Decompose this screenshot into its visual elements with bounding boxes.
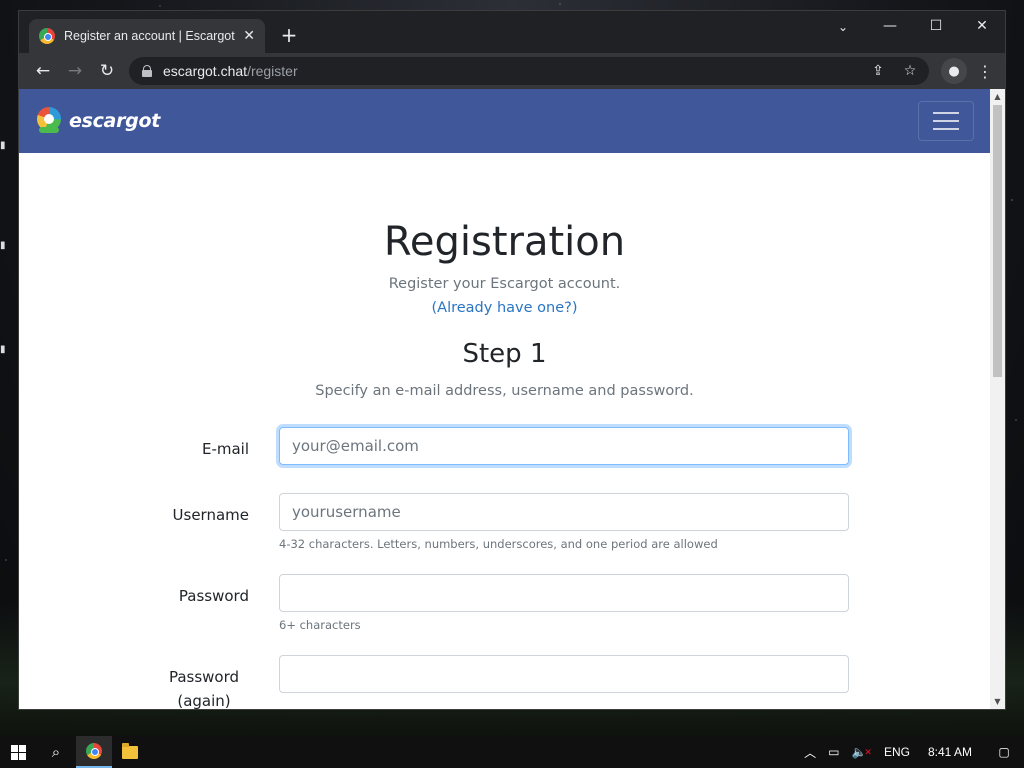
password-again-label: Password (again) xyxy=(168,668,240,709)
password-again-field[interactable] xyxy=(279,655,849,693)
url-path: /register xyxy=(247,63,298,79)
brand-name: escargot xyxy=(69,110,160,132)
hamburger-menu-button[interactable] xyxy=(918,101,974,141)
username-label: Username xyxy=(172,506,249,524)
escargot-logo-icon xyxy=(37,107,61,135)
reload-button[interactable]: ↻ xyxy=(91,55,123,87)
browser-window: Register an account | Escargot Chat ✕ + … xyxy=(18,10,1006,710)
omnibox-actions: ⇪ ☆ xyxy=(869,61,919,81)
new-tab-button[interactable]: + xyxy=(277,23,301,47)
email-label: E-mail xyxy=(201,440,249,458)
password-help: 6+ characters xyxy=(279,618,361,632)
page-scrollbar[interactable]: ▲ ▼ xyxy=(990,89,1005,709)
step-title: Step 1 xyxy=(462,339,547,369)
profile-icon[interactable]: ● xyxy=(941,58,967,84)
network-icon[interactable]: ▭ xyxy=(822,736,845,768)
password-label: Password xyxy=(178,587,249,605)
hamburger-line xyxy=(933,112,959,114)
page-viewport: escargot Registration Register your Esca… xyxy=(19,89,1005,709)
desktop-icon-partial[interactable]: ▮ xyxy=(0,344,18,355)
scrollbar-thumb[interactable] xyxy=(993,105,1002,377)
volume-muted-icon[interactable]: 🔈 ✕ xyxy=(845,736,878,768)
share-icon[interactable]: ⇪ xyxy=(869,61,887,81)
username-field[interactable] xyxy=(279,493,849,531)
taskbar-file-explorer-button[interactable] xyxy=(112,736,148,768)
system-tray: ︿ ▭ 🔈 ✕ ENG 8:41 AM ▢ xyxy=(798,736,1024,768)
desktop-icon-partial[interactable]: ▮ xyxy=(0,140,18,151)
browser-tab-active[interactable]: Register an account | Escargot Chat ✕ xyxy=(29,19,265,53)
clock[interactable]: 8:41 AM xyxy=(916,736,984,768)
browser-menu-icon[interactable]: ⋮ xyxy=(975,58,995,84)
username-help: 4-32 characters. Letters, numbers, under… xyxy=(279,537,718,551)
scroll-down-arrow-icon[interactable]: ▼ xyxy=(990,694,1005,709)
url-host: escargot.chat xyxy=(163,63,248,79)
notifications-icon[interactable]: ▢ xyxy=(984,736,1024,768)
close-tab-icon[interactable]: ✕ xyxy=(243,28,255,44)
forward-button[interactable]: → xyxy=(59,55,91,87)
page-title: Registration xyxy=(383,219,626,265)
lock-icon[interactable] xyxy=(141,65,153,77)
taskbar-search-icon[interactable]: ⌕ xyxy=(38,736,74,768)
tray-overflow-chevron-icon[interactable]: ︿ xyxy=(798,736,822,768)
escargot-favicon-icon xyxy=(39,28,55,44)
page-subtitle: Register your Escargot account. xyxy=(388,276,621,292)
bookmark-star-icon[interactable]: ☆ xyxy=(901,61,919,81)
browser-toolbar: ← → ↻ escargot.chat/register ⇪ ☆ ● ⋮ xyxy=(19,53,1005,89)
tab-search-chevron-icon[interactable]: ⌄ xyxy=(831,15,855,39)
start-button[interactable] xyxy=(0,736,36,768)
already-have-account-link[interactable]: (Already have one?) xyxy=(19,300,990,316)
folder-icon xyxy=(122,742,138,759)
maximize-button[interactable]: ☐ xyxy=(913,11,959,41)
chrome-icon xyxy=(86,743,102,759)
step-subtitle: Specify an e-mail address, username and … xyxy=(315,383,694,399)
close-window-button[interactable]: ✕ xyxy=(959,11,1005,41)
hamburger-line xyxy=(933,120,959,122)
windows-logo-icon xyxy=(10,744,26,760)
email-field[interactable] xyxy=(279,427,849,465)
taskbar: ⌕ ︿ ▭ 🔈 ✕ ENG 8:41 AM ▢ xyxy=(0,736,1024,768)
tab-strip: Register an account | Escargot Chat ✕ + … xyxy=(19,11,1005,53)
taskbar-chrome-button[interactable] xyxy=(76,736,112,768)
password-field[interactable] xyxy=(279,574,849,612)
site-navbar: escargot xyxy=(19,89,990,153)
minimize-button[interactable]: — xyxy=(867,11,913,41)
language-indicator[interactable]: ENG xyxy=(878,736,916,768)
registration-content: Registration Register your Escargot acco… xyxy=(19,153,990,709)
scroll-up-arrow-icon[interactable]: ▲ xyxy=(990,89,1005,104)
desktop-icon-partial[interactable]: ▮ xyxy=(0,240,18,251)
tab-title: Register an account | Escargot Chat xyxy=(64,29,235,43)
brand-link[interactable]: escargot xyxy=(37,107,160,135)
address-bar[interactable]: escargot.chat/register ⇪ ☆ xyxy=(129,57,929,85)
back-button[interactable]: ← xyxy=(27,55,59,87)
hamburger-line xyxy=(933,128,959,130)
window-controls: — ☐ ✕ xyxy=(867,11,1005,41)
